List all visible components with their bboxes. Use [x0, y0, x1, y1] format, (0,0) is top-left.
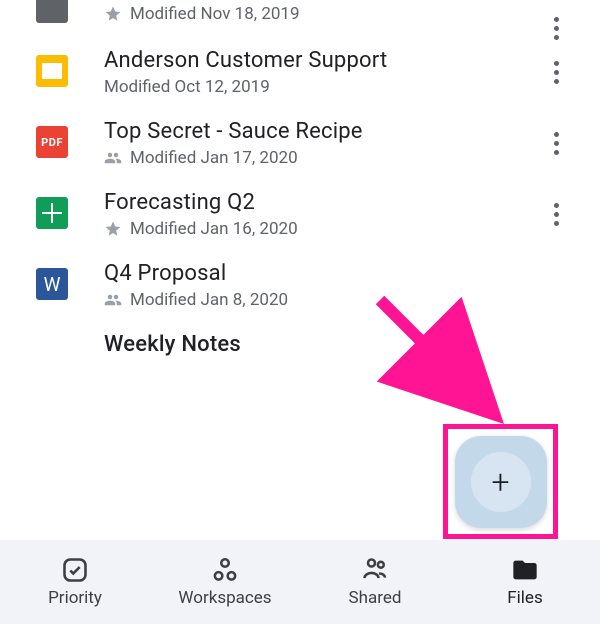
file-title: Q4 Proposal: [104, 261, 548, 286]
word-icon: W: [36, 265, 68, 303]
file-row[interactable]: Weekly Notes: [0, 328, 600, 374]
nav-label: Priority: [48, 588, 102, 608]
annotation-highlight: +: [443, 424, 558, 539]
shared-nav-icon: [359, 556, 391, 584]
workspaces-icon: [209, 556, 241, 584]
file-subtitle: Modified Jan 17, 2020: [104, 148, 548, 168]
nav-label: Shared: [349, 588, 402, 608]
file-title: Forecasting Q2: [104, 190, 548, 215]
file-row[interactable]: W Q4 Proposal Modified Jan 8, 2020: [0, 257, 600, 328]
file-type-icon: [36, 0, 68, 26]
file-row[interactable]: Anderson Customer Support Modified Oct 1…: [0, 44, 600, 115]
nav-priority[interactable]: Priority: [0, 540, 150, 624]
more-actions-button[interactable]: [542, 58, 570, 86]
sheets-icon: [36, 194, 68, 232]
nav-shared[interactable]: Shared: [300, 540, 450, 624]
pdf-icon: PDF: [36, 123, 68, 161]
folder-icon: [509, 556, 541, 584]
shared-icon: [104, 291, 122, 309]
file-subtitle: Modified Oct 12, 2019: [104, 77, 548, 97]
star-icon: [104, 5, 122, 23]
file-title: Top Secret - Sauce Recipe: [104, 119, 548, 144]
nav-workspaces[interactable]: Workspaces: [150, 540, 300, 624]
file-subtitle: Modified Jan 16, 2020: [104, 219, 548, 239]
star-icon: [104, 220, 122, 238]
shared-icon: [104, 149, 122, 167]
file-subtitle: Modified Nov 18, 2019: [104, 4, 548, 24]
file-title: Anderson Customer Support: [104, 48, 548, 73]
file-row[interactable]: Modified Nov 18, 2019: [0, 0, 600, 44]
file-subtitle: Modified Jan 8, 2020: [104, 290, 548, 310]
file-row[interactable]: PDF Top Secret - Sauce Recipe Modified J…: [0, 115, 600, 186]
nav-label: Workspaces: [178, 588, 271, 608]
bottom-nav: Priority Workspaces Shared Files: [0, 540, 600, 624]
slides-icon: [36, 52, 68, 90]
more-actions-button[interactable]: [542, 200, 570, 228]
nav-label: Files: [507, 588, 542, 608]
more-actions-button[interactable]: [542, 129, 570, 157]
file-list: Modified Nov 18, 2019 Anderson Customer …: [0, 0, 600, 374]
plus-icon: +: [471, 452, 531, 512]
file-title: Weekly Notes: [104, 332, 548, 357]
more-actions-button[interactable]: [542, 14, 570, 42]
priority-icon: [59, 556, 91, 584]
new-file-fab[interactable]: +: [455, 436, 547, 528]
file-row[interactable]: Forecasting Q2 Modified Jan 16, 2020: [0, 186, 600, 257]
nav-files[interactable]: Files: [450, 540, 600, 624]
